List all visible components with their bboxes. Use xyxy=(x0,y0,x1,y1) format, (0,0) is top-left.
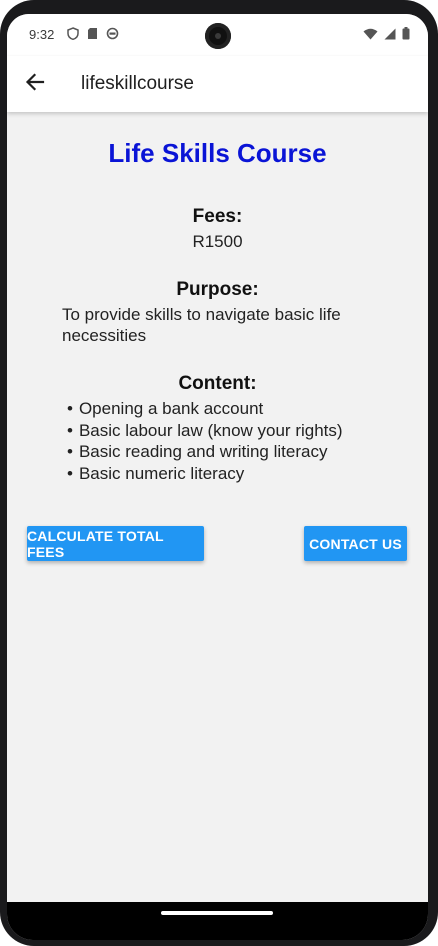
signal-icon xyxy=(384,27,396,45)
app-title: lifeskillcourse xyxy=(81,73,194,94)
arrow-back-icon xyxy=(25,72,45,96)
status-icons-right xyxy=(363,27,410,45)
fees-heading: Fees: xyxy=(192,206,243,227)
status-icons-left xyxy=(67,27,119,45)
battery-icon xyxy=(402,27,410,45)
front-camera xyxy=(205,23,231,49)
app-bar: lifeskillcourse xyxy=(7,56,428,112)
status-bar: 9:32 xyxy=(7,14,428,56)
sync-icon xyxy=(106,27,119,45)
list-item: Basic reading and writing literacy xyxy=(67,441,343,463)
page-title: Life Skills Course xyxy=(108,138,327,168)
list-item: Opening a bank account xyxy=(67,398,343,420)
navigation-bar xyxy=(7,902,428,940)
contact-us-button[interactable]: CONTACT US xyxy=(304,526,407,561)
home-gesture-handle[interactable] xyxy=(161,911,273,915)
list-item: Basic numeric literacy xyxy=(67,463,343,485)
status-time: 9:32 xyxy=(29,27,55,42)
sd-card-icon xyxy=(87,27,98,45)
purpose-text: To provide skills to navigate basic life… xyxy=(62,305,341,345)
wifi-icon xyxy=(363,27,378,45)
purpose-heading: Purpose: xyxy=(176,279,259,300)
list-item: Basic labour law (know your rights) xyxy=(67,420,343,442)
shield-icon xyxy=(67,27,79,45)
fees-value: R1500 xyxy=(192,232,243,251)
calculate-total-fees-button[interactable]: CALCULATE TOTAL FEES xyxy=(27,526,204,561)
content-list: Opening a bank account Basic labour law … xyxy=(67,398,343,484)
phone-frame: 9:32 lifeskillcourse Life Skills Course … xyxy=(0,0,438,946)
back-button[interactable] xyxy=(21,70,49,98)
content-heading: Content: xyxy=(178,373,257,394)
screen: 9:32 lifeskillcourse Life Skills Course … xyxy=(7,14,428,940)
